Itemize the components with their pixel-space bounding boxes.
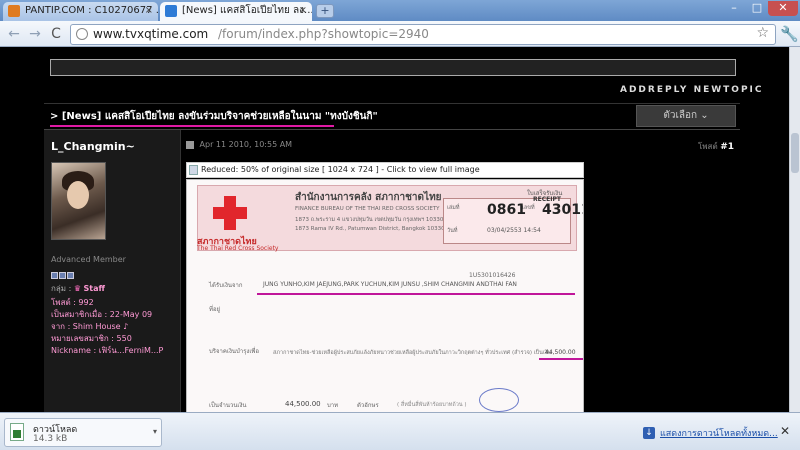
back-icon[interactable]: ← <box>4 24 24 44</box>
signature-stamp <box>479 388 519 412</box>
donated-by: JUNG YUNHO,KIM JAEJUNG,PARK YUCHUN,KIM J… <box>263 281 517 288</box>
post-label: โพสต์ <box>697 142 718 151</box>
post-icon <box>186 140 194 149</box>
receipt-image[interactable]: สภากาชาดไทย The Thai Red Cross Society ส… <box>186 179 584 412</box>
receipt-address-en: 1873 Rama IV Rd., Patumwan District, Ban… <box>295 226 445 232</box>
avatar-face <box>67 181 89 209</box>
post-username[interactable]: L_Changmin~ <box>51 140 135 153</box>
receipt-date: 03/04/2553 14:54 <box>487 227 541 234</box>
file-icon <box>10 423 24 441</box>
avatar[interactable] <box>51 162 106 240</box>
member-rank: Advanced Member <box>51 255 126 264</box>
tvxq-favicon-icon <box>165 5 177 17</box>
scrollbar-thumb[interactable] <box>791 133 799 173</box>
forum-post: L_Changmin~ Advanced Member กลุ่ม : ♛ St… <box>44 129 740 412</box>
group-badge-icon: ♛ <box>73 284 81 293</box>
receipt-title-th: สำนักงานการคลัง สภากาชาดไทย <box>295 192 442 203</box>
download-arrow-icon: ↓ <box>643 427 655 439</box>
options-button[interactable]: ตัวเลือก ⌄ <box>636 105 736 127</box>
date-label: วันที่ <box>447 228 458 234</box>
show-all-downloads-link[interactable]: แสดงการดาวน์โหลดทั้งหมด... <box>660 426 778 440</box>
zoom-icon <box>189 165 198 175</box>
browser-toolbar: ← → C www.tvxqtime.com /forum/index.php?… <box>0 21 800 47</box>
image-caption-text: Reduced: 50% of original size [ 1024 x 7… <box>201 165 480 174</box>
amount-line-value: 44,500.00 <box>545 349 576 356</box>
url-path: /forum/index.php?showtopic=2940 <box>218 27 429 41</box>
tab-news[interactable]: [News] แคสสิโอเปียไทย ลง... × <box>160 2 312 21</box>
post-body: Apr 11 2010, 10:55 AM โพสต์ #1 Reduced: … <box>182 130 740 412</box>
member-nickname: Nickname : เฟิร์น...FerniM...P <box>51 346 164 355</box>
group-label: กลุ่ม : <box>51 284 72 293</box>
book-no-label: เล่มที่ <box>447 205 460 211</box>
tab-label: [News] แคสสิโอเปียไทย ลง... <box>182 5 312 16</box>
close-tab-icon[interactable]: × <box>145 2 153 19</box>
baht-label: บาท <box>327 402 339 409</box>
post-number[interactable]: โพสต์ #1 <box>698 140 734 153</box>
purpose-label: บริจาคเงินบำรุงเพื่อ <box>209 348 259 355</box>
receipt-no: 43011 <box>542 202 583 218</box>
close-icon[interactable]: ✕ <box>780 424 790 438</box>
group-name: Staff <box>83 284 105 293</box>
thread-title: > [News] แคสสิโอเปียไทย ลงขันร่วมบริจาคช… <box>50 111 378 122</box>
post-date-text: Apr 11 2010, 10:55 AM <box>199 140 293 149</box>
reload-icon[interactable]: C <box>46 24 66 44</box>
chevron-down-icon[interactable]: ▾ <box>153 427 157 436</box>
receipt-ref: 1U5301016426 <box>469 272 516 279</box>
url-domain: www.tvxqtime.com <box>93 27 209 41</box>
donor-highlight-line <box>257 293 575 295</box>
tab-pantip[interactable]: PANTIP.COM : C10270677 ... × <box>3 2 158 21</box>
page-scrollbar[interactable] <box>789 47 800 412</box>
rank-pips-icon <box>51 264 75 283</box>
address-bar[interactable]: www.tvxqtime.com /forum/index.php?showto… <box>70 24 776 45</box>
new-tab-button[interactable]: + <box>316 4 334 18</box>
reply-links[interactable]: ADDREPLY NEWTOPIC <box>620 85 764 95</box>
pantip-favicon-icon <box>8 5 20 17</box>
post-date: Apr 11 2010, 10:55 AM <box>186 140 292 149</box>
title-highlight-underline <box>50 125 334 127</box>
post-author-panel: L_Changmin~ Advanced Member กลุ่ม : ♛ St… <box>44 130 181 412</box>
download-size: 14.3 kB <box>33 434 68 444</box>
letters-label: ตัวอักษร <box>357 402 379 409</box>
page-icon <box>76 28 88 40</box>
red-cross-icon <box>213 196 247 230</box>
receipt-title-en: FINANCE BUREAU OF THE THAI RED CROSS SOC… <box>295 206 440 212</box>
tab-bar: PANTIP.COM : C10270677 ... × [News] แคสส… <box>0 0 800 21</box>
amount-label: เป็นจำนวนเงิน <box>209 402 247 409</box>
download-item[interactable]: ดาวน์โหลด 14.3 kB ▾ <box>4 418 162 447</box>
amount-highlight-line <box>539 358 583 360</box>
image-resize-caption[interactable]: Reduced: 50% of original size [ 1024 x 7… <box>186 162 584 178</box>
member-group: กลุ่ม : ♛ Staff <box>51 282 105 295</box>
bookmark-star-icon[interactable]: ☆ <box>756 25 769 41</box>
donated-by-label: ได้รับเงินจาก <box>209 282 243 289</box>
page-content: ADDREPLY NEWTOPIC > [News] แคสสิโอเปียไท… <box>0 47 789 412</box>
purpose-text: สภากาชาดไทย-ช่วยเหลือผู้ประสบภัยแล้งภัยห… <box>273 350 552 356</box>
amount-in-letters: ( สี่หมื่นสี่พันห้าร้อยบาทถ้วน ) <box>397 402 467 408</box>
post-number-value: #1 <box>720 142 734 152</box>
receipt-org-en: The Thai Red Cross Society <box>197 245 279 252</box>
maximize-icon[interactable]: □ <box>746 1 768 16</box>
close-tab-icon[interactable]: × <box>299 2 307 19</box>
minimize-icon[interactable]: – <box>722 1 746 16</box>
wrench-icon[interactable]: 🔧 <box>780 25 799 43</box>
address-label: ที่อยู่ <box>209 306 221 313</box>
amount-value: 44,500.00 <box>285 400 321 408</box>
forward-icon[interactable]: → <box>25 24 45 44</box>
window-close-icon[interactable]: ✕ <box>768 1 798 16</box>
tab-label: PANTIP.COM : C10270677 ... <box>25 5 158 16</box>
receipt-book-no: 0861 <box>487 202 526 218</box>
receipt-address-th: 1873 ถ.พระราม 4 แขวงปทุมวัน เขตปทุมวัน ก… <box>295 217 444 223</box>
forum-top-bar <box>50 59 736 76</box>
